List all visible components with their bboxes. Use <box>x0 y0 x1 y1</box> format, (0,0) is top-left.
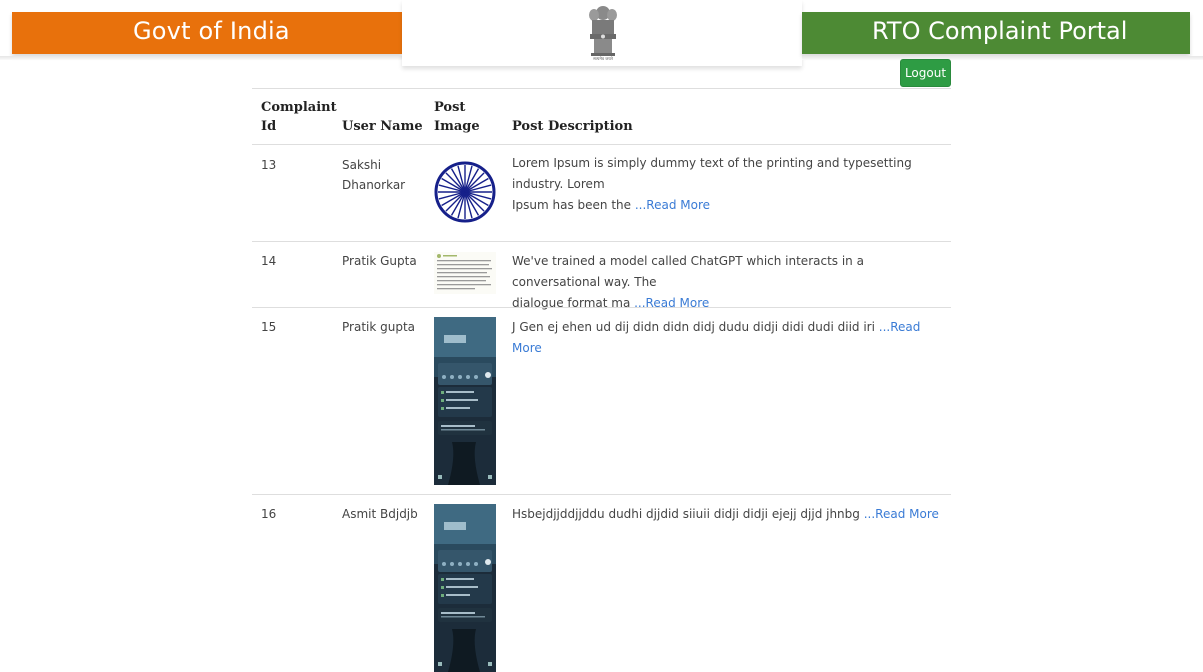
portal-title: RTO Complaint Portal <box>872 17 1128 45</box>
column-header-line: Complaint <box>261 100 337 115</box>
description-line: Ipsum has been the ...Read More <box>512 195 940 216</box>
description-line: We've trained a model called ChatGPT whi… <box>512 254 864 289</box>
column-header-post-description: Post Description <box>512 119 633 134</box>
description-line: Lorem Ipsum is simply dummy text of the … <box>512 156 912 191</box>
column-header-line: Post <box>434 100 466 115</box>
user-name: Asmit Bdjdjb <box>342 507 418 521</box>
row-rule <box>252 307 951 308</box>
post-image-ashoka-chakra[interactable] <box>434 153 496 233</box>
post-image-phone-screenshot[interactable] <box>434 317 496 485</box>
description-text: Ipsum has been the <box>512 198 635 212</box>
header-rule-right <box>802 56 1203 60</box>
complaint-id: 16 <box>261 507 277 521</box>
description-text: J Gen ej ehen ud dij didn didn didj dudu… <box>512 320 879 334</box>
post-description: J Gen ej ehen ud dij didn didn didj dudu… <box>512 317 940 359</box>
row-rule <box>252 494 951 495</box>
post-description: Hsbejdjjddjjddu dudhi djjdid siiuii didj… <box>512 504 940 525</box>
read-more-link[interactable]: ...Read More <box>635 198 710 212</box>
complaint-id: 13 <box>261 158 277 172</box>
user-name: Pratik gupta <box>342 320 416 334</box>
complaint-id: 14 <box>261 254 277 268</box>
national-emblem-icon <box>589 6 617 56</box>
description-text: Hsbejdjjddjjddu dudhi djjdid siiuii didj… <box>512 507 864 521</box>
complaint-id: 15 <box>261 320 277 334</box>
column-header-user-name: User Name <box>342 119 423 134</box>
description-line: J Gen ej ehen ud dij didn didn didj dudu… <box>512 317 940 359</box>
portal-banner: RTO Complaint Portal <box>802 12 1190 54</box>
post-image-phone-screenshot[interactable] <box>434 504 496 672</box>
description-line: Hsbejdjjddjjddu dudhi djjdid siiuii didj… <box>512 504 940 525</box>
govt-title: Govt of India <box>133 17 290 45</box>
post-description: Lorem Ipsum is simply dummy text of the … <box>512 153 940 216</box>
user-name: Sakshi Dhanorkar <box>342 155 405 195</box>
read-more-link[interactable]: ...Read More <box>864 507 939 521</box>
user-name: Pratik Gupta <box>342 254 417 268</box>
site-header: Govt of India सत्यमेव जयते RTO Complaint… <box>0 0 1203 90</box>
description-line: dialogue format ma ...Read More <box>512 293 940 314</box>
table-top-rule <box>252 88 951 89</box>
column-header-line: Image <box>434 119 480 134</box>
header-rule <box>252 144 951 145</box>
post-description: We've trained a model called ChatGPT whi… <box>512 251 940 314</box>
row-rule <box>252 241 951 242</box>
column-header-post-image: Post Image <box>434 98 480 136</box>
govt-banner: Govt of India <box>12 12 402 54</box>
user-name-line: Dhanorkar <box>342 178 406 192</box>
emblem-motto: सत्यमेव जयते <box>593 56 613 61</box>
header-rule-left <box>0 56 402 60</box>
post-image-text-screenshot[interactable] <box>434 252 496 294</box>
user-name-line: Sakshi <box>342 158 382 172</box>
column-header-line: Id <box>261 119 277 134</box>
logout-button[interactable]: Logout <box>900 59 951 87</box>
column-header-complaint-id: Complaint Id <box>261 98 337 136</box>
